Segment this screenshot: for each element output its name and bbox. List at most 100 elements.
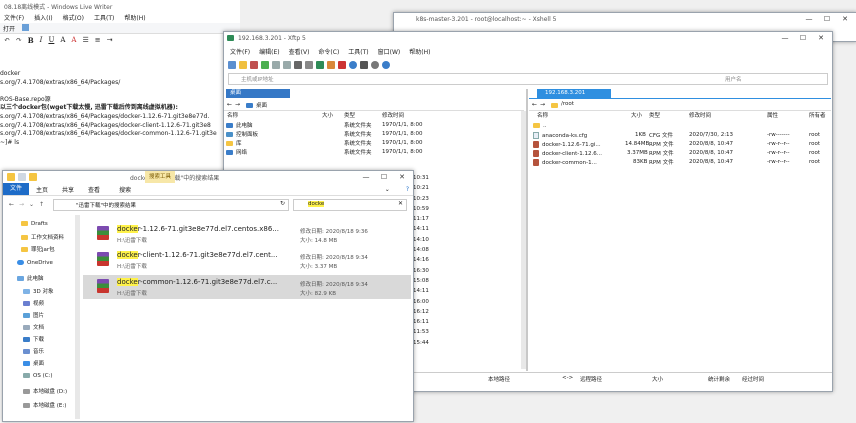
redo-icon[interactable]: ↷ [16, 36, 22, 44]
properties-icon[interactable] [18, 173, 26, 181]
forward-icon[interactable]: → [540, 101, 545, 108]
xftp-menu-window[interactable]: 窗口(W) [378, 47, 401, 56]
list-item[interactable]: 此电脑 系统文件夹 1970/1/1, 8:00 [224, 121, 524, 129]
properties-icon[interactable] [305, 60, 313, 69]
xftp-minimize-button[interactable]: — [776, 32, 794, 44]
search-box[interactable]: docke ✕ [293, 199, 407, 211]
xshell-close-button[interactable]: ✕ [836, 13, 854, 25]
left-col-type[interactable]: 类型 [344, 111, 355, 119]
transfer-col-elapsed[interactable]: 经过时间 [742, 375, 764, 383]
paste-icon[interactable] [283, 60, 291, 69]
xftp-menu-tools[interactable]: 工具(T) [348, 47, 368, 56]
wlw-menu-help[interactable]: 帮助(H) [124, 13, 145, 22]
back-icon[interactable]: ← [9, 201, 14, 208]
wlw-toolbar-open[interactable]: 打开 [3, 24, 15, 33]
lock-icon[interactable] [360, 60, 368, 69]
nav-item[interactable]: 工作文档资料 [21, 233, 64, 241]
italic-icon[interactable]: I [40, 36, 43, 44]
ribbon-tab-file[interactable]: 文件 [3, 183, 30, 195]
refresh-icon[interactable]: ↻ [280, 200, 285, 207]
right-col-date[interactable]: 修改时间 [689, 111, 711, 119]
xftp-menu-command[interactable]: 命令(C) [318, 47, 339, 56]
new-session-icon[interactable] [228, 60, 236, 69]
up-icon[interactable]: ↑ [39, 201, 44, 208]
forward-icon[interactable]: → [235, 101, 240, 108]
xftp-menu-edit[interactable]: 编辑(E) [259, 47, 279, 56]
xftp-maximize-button[interactable]: ☐ [794, 32, 812, 44]
transfer-col-size[interactable]: 大小 [652, 375, 663, 383]
recent-locations-icon[interactable]: ⌄ [29, 201, 34, 208]
explorer-close-button[interactable]: ✕ [393, 171, 411, 183]
indent-icon[interactable]: ⇥ [107, 36, 113, 44]
list-icon[interactable]: ☰ [82, 36, 88, 44]
nav-item[interactable]: 音乐 [23, 347, 44, 355]
ribbon-tab-view[interactable]: 查看 [81, 185, 107, 194]
xftp-menu-help[interactable]: 帮助(H) [409, 47, 430, 56]
explorer-minimize-button[interactable]: — [357, 171, 375, 183]
help-icon[interactable] [382, 60, 390, 69]
transfer-col-remaining[interactable]: 统计剩余 [708, 375, 730, 383]
nav-scrollbar[interactable] [75, 215, 80, 419]
right-path-input[interactable]: /root [561, 101, 574, 107]
refresh-icon[interactable] [261, 60, 269, 69]
left-col-name[interactable]: 名称 [227, 111, 238, 119]
list-item[interactable]: 网络 系统文件夹 1970/1/1, 8:00 [224, 148, 524, 156]
align-icon[interactable]: ≡ [95, 36, 101, 44]
strike-icon[interactable]: A [60, 36, 65, 44]
color-icon[interactable]: A [71, 36, 76, 44]
wlw-menu-tools[interactable]: 工具(T) [94, 13, 114, 22]
nav-item[interactable]: OneDrive [17, 260, 53, 266]
explorer-maximize-button[interactable]: ☐ [375, 171, 393, 183]
nav-item[interactable]: 罪犯jar包 [21, 245, 55, 253]
settings-icon[interactable] [371, 60, 379, 69]
right-col-type[interactable]: 类型 [649, 111, 660, 119]
bold-icon[interactable]: B [28, 36, 34, 45]
ribbon-tab-home[interactable]: 主页 [29, 185, 55, 194]
back-icon[interactable]: ← [532, 101, 537, 108]
address-bar[interactable]: "迅雷下载"中的搜索结果 ↻ [53, 199, 289, 211]
transfer-col-remote[interactable]: 远程路径 [580, 375, 602, 383]
wlw-editor[interactable]: docker s.org/7.4.1708/extras/x86_64/Pack… [0, 70, 232, 180]
delete-icon[interactable] [338, 60, 346, 69]
wlw-menu-insert[interactable]: 插入(I) [34, 13, 52, 22]
right-col-owner[interactable]: 所有者 [809, 111, 826, 119]
back-icon[interactable]: ← [227, 101, 232, 108]
forward-icon[interactable]: → [19, 201, 24, 208]
copy-icon[interactable] [272, 60, 280, 69]
xftp-close-button[interactable]: ✕ [812, 32, 830, 44]
right-tab[interactable]: 192.168.3.201 [537, 89, 611, 98]
underline-icon[interactable]: U [48, 36, 54, 44]
nav-item[interactable]: 此电脑 [17, 274, 44, 282]
help-icon[interactable]: ? [406, 186, 409, 193]
table-row[interactable]: .. [529, 122, 831, 130]
wlw-menu-format[interactable]: 格式(O) [63, 13, 84, 22]
left-path-input[interactable]: 桌面 [256, 101, 267, 109]
right-col-name[interactable]: 名称 [537, 111, 548, 119]
nav-item[interactable]: OS (C:) [23, 373, 53, 379]
nav-item[interactable]: 下载 [23, 335, 44, 343]
nav-item[interactable]: 本地磁盘 (E:) [23, 401, 66, 409]
transfer-col-direction[interactable]: <-> [562, 375, 573, 381]
transfer-icon[interactable] [316, 60, 324, 69]
table-row[interactable]: docker-client-1.12.6... 3.37MB RPM 文件 20… [529, 149, 831, 157]
wlw-toolbar-new-icon[interactable] [22, 24, 29, 31]
nav-item[interactable]: 桌面 [23, 359, 44, 367]
nav-item[interactable]: 本地磁盘 (D:) [23, 387, 67, 395]
user-input[interactable]: 用户名 [725, 75, 742, 83]
left-tab[interactable]: 桌面 [226, 89, 290, 98]
table-row[interactable]: anaconda-ks.cfg 1KB CFG 文件 2020/7/30, 2:… [529, 131, 831, 139]
list-item[interactable]: 库 系统文件夹 1970/1/1, 8:00 [224, 139, 524, 147]
disconnect-icon[interactable] [250, 60, 258, 69]
nav-item[interactable]: Drafts [21, 221, 48, 227]
xftp-menu-file[interactable]: 文件(F) [230, 47, 250, 56]
ribbon-collapse-icon[interactable]: ⌄ [385, 186, 390, 193]
globe-icon[interactable] [349, 60, 357, 69]
nav-item[interactable]: 图片 [23, 311, 44, 319]
clear-search-icon[interactable]: ✕ [398, 200, 403, 207]
list-item[interactable]: docker-1.12.6-71.git3e8e77d.el7.centos.x… [83, 223, 411, 245]
open-folder-icon[interactable] [239, 60, 247, 69]
undo-icon[interactable]: ↶ [4, 36, 10, 44]
right-col-size[interactable]: 大小 [631, 111, 642, 119]
xftp-menu-view[interactable]: 查看(V) [289, 47, 310, 56]
wlw-menu-file[interactable]: 文件(F) [4, 13, 24, 22]
